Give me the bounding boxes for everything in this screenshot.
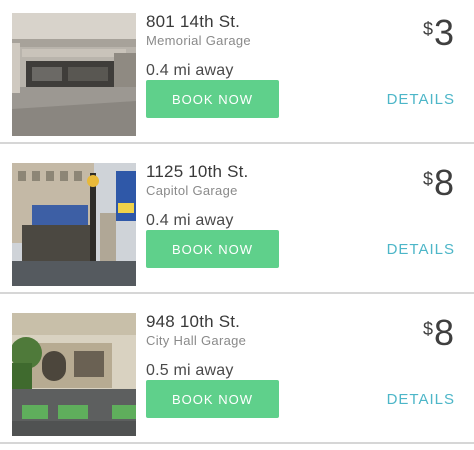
details-link[interactable]: DETAILS (387, 241, 455, 258)
listing-distance: 0.5 mi away (146, 362, 234, 379)
listing-garage-name: Memorial Garage (146, 33, 251, 48)
listing-card[interactable]: 801 14th St. Memorial Garage 0.4 mi away… (0, 0, 474, 142)
currency-symbol: $ (422, 19, 433, 39)
garage-photo (12, 163, 136, 286)
book-now-button[interactable]: BOOK NOW (146, 80, 279, 118)
garage-photo (12, 13, 136, 136)
listing-card[interactable]: 1125 10th St. Capitol Garage 0.4 mi away… (0, 150, 474, 292)
listing-price: $ 3 (423, 15, 454, 51)
details-link[interactable]: DETAILS (387, 91, 455, 108)
divider (0, 142, 474, 144)
price-amount: 8 (433, 162, 454, 203)
book-now-button[interactable]: BOOK NOW (146, 380, 279, 418)
details-link[interactable]: DETAILS (387, 391, 455, 408)
listing-address: 1125 10th St. (146, 162, 249, 181)
listing-card[interactable]: 948 10th St. City Hall Garage 0.5 mi awa… (0, 300, 474, 442)
listing-garage-name: City Hall Garage (146, 333, 247, 348)
currency-symbol: $ (422, 319, 433, 339)
listing-address: 801 14th St. (146, 12, 241, 31)
currency-symbol: $ (422, 169, 433, 189)
listing-address: 948 10th St. (146, 312, 241, 331)
garage-photo (12, 313, 136, 436)
divider (0, 442, 474, 444)
price-amount: 8 (433, 312, 454, 353)
listing-garage-name: Capitol Garage (146, 183, 238, 198)
price-amount: 3 (433, 12, 454, 53)
listing-price: $ 8 (423, 315, 454, 351)
parking-list: 801 14th St. Memorial Garage 0.4 mi away… (0, 0, 474, 450)
listing-distance: 0.4 mi away (146, 212, 234, 229)
listing-distance: 0.4 mi away (146, 62, 234, 79)
divider (0, 292, 474, 294)
listing-price: $ 8 (423, 165, 454, 201)
book-now-button[interactable]: BOOK NOW (146, 230, 279, 268)
